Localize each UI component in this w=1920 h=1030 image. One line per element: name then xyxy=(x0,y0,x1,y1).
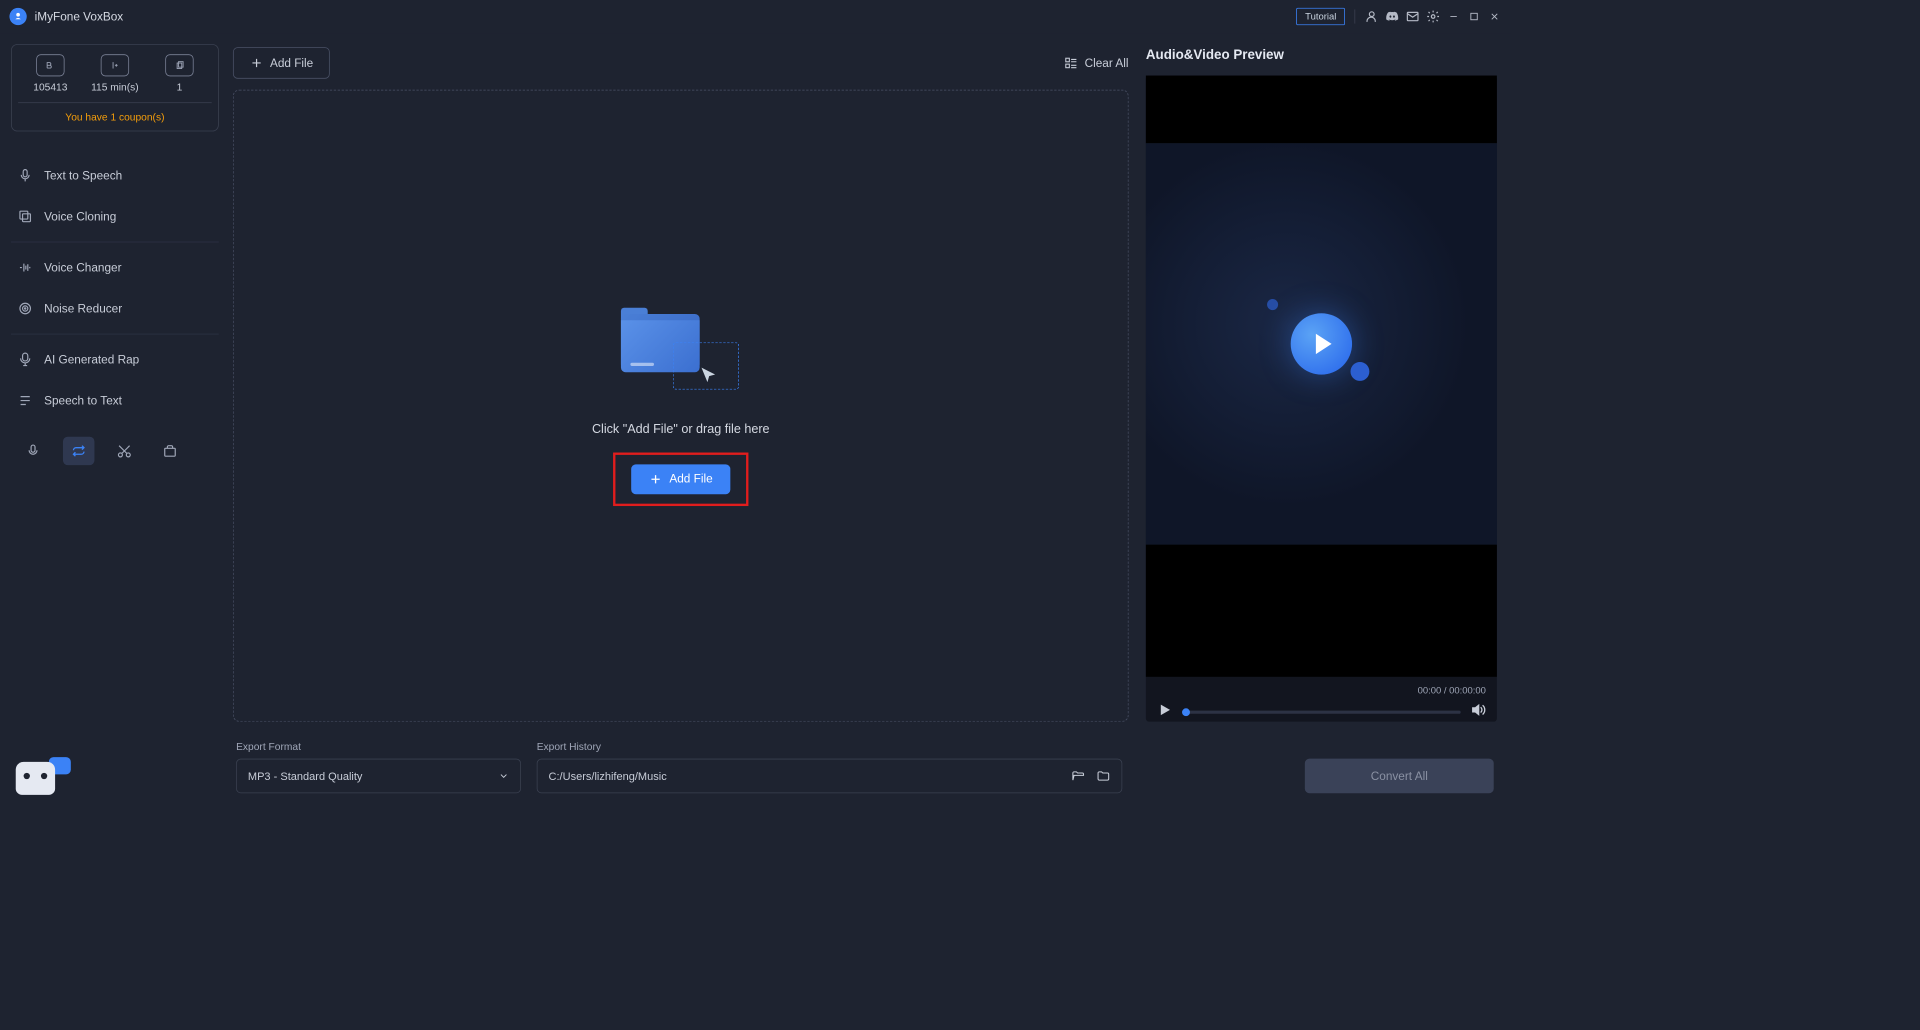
export-format-label: Export Format xyxy=(236,741,521,753)
workspace: Add File Clear All xyxy=(233,47,1129,721)
noise-icon xyxy=(17,301,33,317)
nav-label: AI Generated Rap xyxy=(44,353,139,366)
export-history-field[interactable]: C:/Users/lizhifeng/Music xyxy=(537,759,1123,794)
nav-speech-to-text[interactable]: Speech to Text xyxy=(11,380,219,421)
dropzone[interactable]: Click "Add File" or drag file here Add F… xyxy=(233,90,1129,722)
plus-icon xyxy=(649,472,663,486)
nav-label: Voice Cloning xyxy=(44,210,116,223)
folder-open-icon[interactable] xyxy=(1071,769,1085,783)
nav-label: Voice Changer xyxy=(44,261,121,274)
nav-label: Noise Reducer xyxy=(44,302,122,315)
coupon-link[interactable]: You have 1 coupon(s) xyxy=(18,102,212,122)
export-history-label: Export History xyxy=(537,741,1123,753)
stat-characters[interactable]: 105413 xyxy=(18,54,83,93)
maximize-icon[interactable] xyxy=(1467,9,1481,23)
tool-convert[interactable] xyxy=(63,437,94,465)
nav-label: Text to Speech xyxy=(44,169,122,182)
clone-icon xyxy=(17,209,33,225)
folder-icon[interactable] xyxy=(1096,769,1110,783)
nav-label: Speech to Text xyxy=(44,394,122,407)
clear-all-button[interactable]: Clear All xyxy=(1064,56,1128,70)
tool-library[interactable] xyxy=(154,437,185,465)
mic-text-icon xyxy=(17,168,33,184)
bottom-bar: Export Format MP3 - Standard Quality Exp… xyxy=(233,722,1497,797)
video-area: 00:00 / 00:00:00 xyxy=(1146,76,1497,722)
tutorial-button[interactable]: Tutorial xyxy=(1297,8,1345,25)
preview-panel: Audio&Video Preview 00:00 / 00:00:00 xyxy=(1146,47,1497,721)
sidebar: 105413 115 min(s) 1 You have 1 coupon(s) xyxy=(0,33,230,811)
minimize-icon[interactable] xyxy=(1447,9,1461,23)
stats-card: 105413 115 min(s) 1 You have 1 coupon(s) xyxy=(11,44,219,131)
tool-cut[interactable] xyxy=(109,437,140,465)
nav-voice-changer[interactable]: Voice Changer xyxy=(11,247,219,288)
time-display: 00:00 / 00:00:00 xyxy=(1157,685,1486,696)
list-icon xyxy=(1064,56,1078,70)
count-icon xyxy=(165,54,193,76)
nav-list: Text to Speech Voice Cloning Voice Chang… xyxy=(11,155,219,421)
highlight-annotation: Add File xyxy=(613,452,748,506)
nav-text-to-speech[interactable]: Text to Speech xyxy=(11,155,219,196)
chatbot-button[interactable] xyxy=(16,757,71,795)
nav-noise-reducer[interactable]: Noise Reducer xyxy=(11,288,219,329)
volume-icon[interactable] xyxy=(1470,702,1486,722)
minutes-icon xyxy=(101,54,129,76)
discord-icon[interactable] xyxy=(1385,9,1399,23)
dropzone-text: Click "Add File" or drag file here xyxy=(592,422,770,436)
titlebar: iMyFone VoxBox Tutorial xyxy=(0,0,1511,33)
tool-row xyxy=(11,429,219,473)
user-icon[interactable] xyxy=(1365,9,1379,23)
preview-play-icon[interactable] xyxy=(1291,313,1352,374)
app-logo-icon xyxy=(9,8,26,25)
preview-title: Audio&Video Preview xyxy=(1146,47,1497,63)
app-title: iMyFone VoxBox xyxy=(35,10,124,23)
stat-count[interactable]: 1 xyxy=(147,54,212,93)
convert-all-button[interactable]: Convert All xyxy=(1305,759,1494,794)
play-button[interactable] xyxy=(1157,702,1173,722)
progress-bar[interactable] xyxy=(1182,710,1461,713)
stat-minutes[interactable]: 115 min(s) xyxy=(83,54,148,93)
gear-icon[interactable] xyxy=(1426,9,1440,23)
plus-icon xyxy=(249,56,263,70)
export-format-select[interactable]: MP3 - Standard Quality xyxy=(236,759,521,794)
chevron-down-icon xyxy=(498,770,509,781)
nav-ai-rap[interactable]: AI Generated Rap xyxy=(11,339,219,380)
stt-icon xyxy=(17,393,33,409)
nav-voice-cloning[interactable]: Voice Cloning xyxy=(11,196,219,237)
close-icon[interactable] xyxy=(1487,9,1501,23)
mail-icon[interactable] xyxy=(1406,9,1420,23)
rap-icon xyxy=(17,352,33,368)
tool-record[interactable] xyxy=(17,437,48,465)
add-file-button-solid[interactable]: Add File xyxy=(632,464,730,494)
characters-icon xyxy=(36,54,64,76)
add-file-button-outline[interactable]: Add File xyxy=(233,47,330,78)
folder-illustration-icon xyxy=(618,306,744,400)
voice-change-icon xyxy=(17,260,33,276)
